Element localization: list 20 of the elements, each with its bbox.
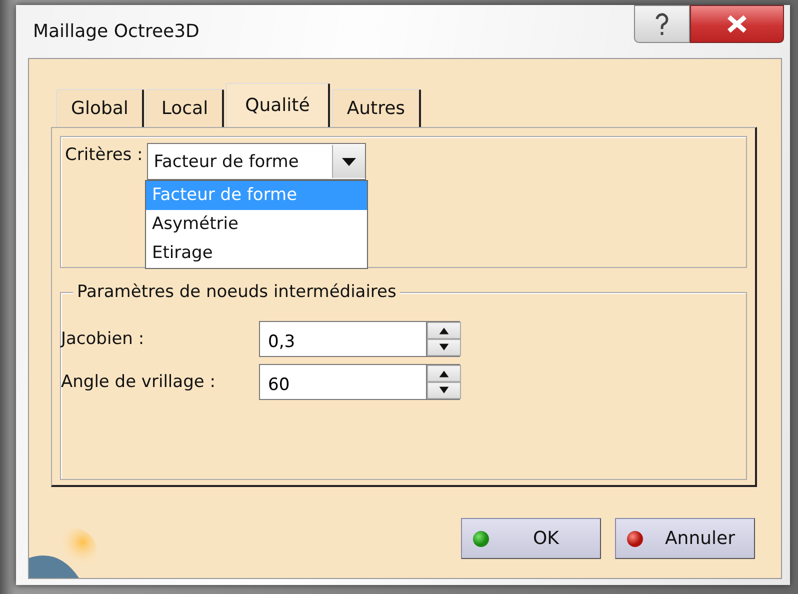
tab[interactable]: Qualité bbox=[226, 83, 330, 127]
dropdown-option[interactable]: Asymétrie bbox=[146, 210, 367, 239]
dot-icon bbox=[626, 530, 644, 548]
tab[interactable]: Local bbox=[146, 89, 224, 127]
help-icon[interactable] bbox=[634, 5, 690, 43]
cancel-button[interactable]: Annuler bbox=[615, 518, 755, 559]
field-label: Angle de vrillage : bbox=[61, 372, 216, 392]
dot-icon bbox=[472, 530, 490, 548]
dropdown-option[interactable]: Etirage bbox=[146, 239, 367, 268]
field-label: Jacobien : bbox=[61, 329, 146, 349]
criteria-label: Critères : bbox=[65, 145, 143, 165]
tab[interactable]: Global bbox=[56, 89, 144, 127]
ok-button[interactable]: OK bbox=[461, 518, 601, 559]
window-title: Maillage Octree3D bbox=[33, 21, 200, 42]
globe-icon bbox=[29, 528, 97, 578]
number-field[interactable]: 0,3 bbox=[259, 321, 426, 357]
criteria-dropdown[interactable]: Facteur de forme bbox=[146, 143, 366, 180]
number-field[interactable]: 60 bbox=[259, 364, 426, 400]
tab[interactable]: Autres bbox=[332, 89, 422, 127]
close-icon[interactable] bbox=[690, 5, 784, 43]
